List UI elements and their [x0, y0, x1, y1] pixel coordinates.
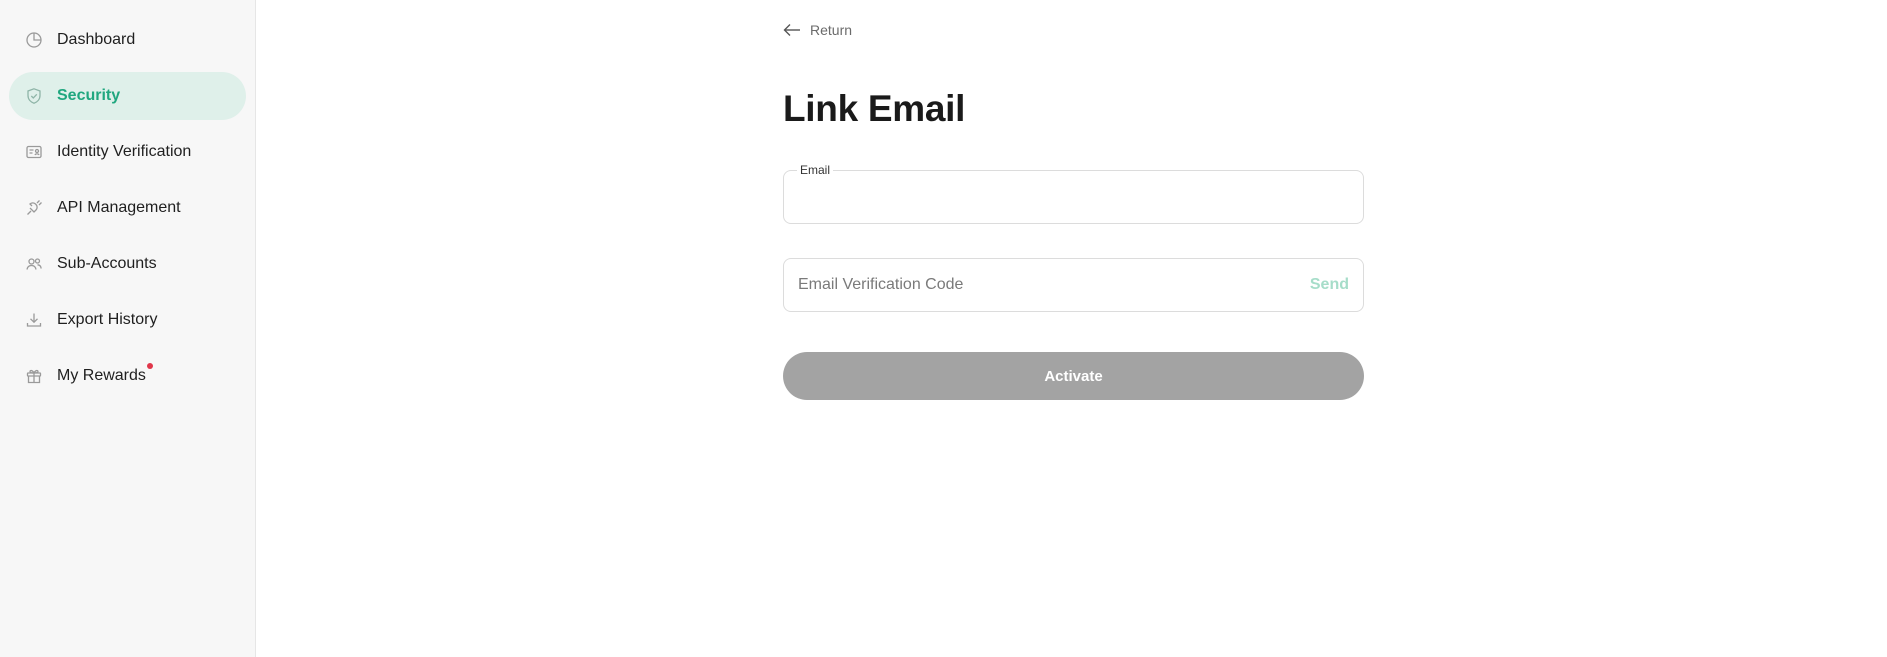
sidebar-item-api-management[interactable]: API Management	[9, 184, 246, 232]
download-icon	[25, 311, 43, 329]
sidebar-item-label: Sub-Accounts	[57, 255, 157, 272]
main-content: Return Link Email Email Send Activate	[256, 0, 1887, 657]
page-title: Link Email	[783, 88, 966, 129]
send-code-button[interactable]: Send	[1310, 276, 1349, 294]
link-email-form: Return Link Email Email Send Activate	[783, 22, 1364, 400]
sidebar-item-label: My Rewards	[57, 363, 153, 385]
activate-button[interactable]: Activate	[783, 352, 1364, 400]
sidebar-item-security[interactable]: Security	[9, 72, 246, 120]
sidebar: Dashboard Security Identity Verification…	[0, 0, 256, 657]
sidebar-item-export-history[interactable]: Export History	[9, 296, 246, 344]
sidebar-item-identity-verification[interactable]: Identity Verification	[9, 128, 246, 176]
sidebar-item-label: API Management	[57, 199, 181, 216]
email-input[interactable]	[784, 171, 1363, 223]
id-card-icon	[25, 143, 43, 161]
sidebar-item-label: Identity Verification	[57, 143, 192, 160]
arrow-left-icon	[783, 23, 801, 37]
verification-code-field: Send	[783, 258, 1364, 312]
sidebar-item-label-text: My Rewards	[57, 367, 146, 384]
app-root: Dashboard Security Identity Verification…	[0, 0, 1887, 657]
notification-dot	[146, 363, 153, 369]
dashboard-pie-icon	[25, 31, 43, 49]
api-plug-icon	[25, 199, 43, 217]
sidebar-item-my-rewards[interactable]: My Rewards	[9, 352, 246, 400]
users-icon	[25, 255, 43, 273]
sidebar-item-sub-accounts[interactable]: Sub-Accounts	[9, 240, 246, 288]
sidebar-item-label: Dashboard	[57, 31, 136, 48]
return-label: Return	[810, 22, 853, 38]
sidebar-item-label: Security	[57, 87, 121, 104]
email-field-label: Email	[797, 163, 834, 177]
email-field: Email	[783, 163, 1364, 224]
sidebar-item-dashboard[interactable]: Dashboard	[9, 16, 246, 64]
sidebar-item-label: Export History	[57, 311, 158, 328]
verification-code-input[interactable]	[784, 259, 1363, 311]
shield-icon	[25, 87, 43, 105]
gift-icon	[25, 367, 43, 385]
return-link[interactable]: Return	[783, 22, 852, 38]
